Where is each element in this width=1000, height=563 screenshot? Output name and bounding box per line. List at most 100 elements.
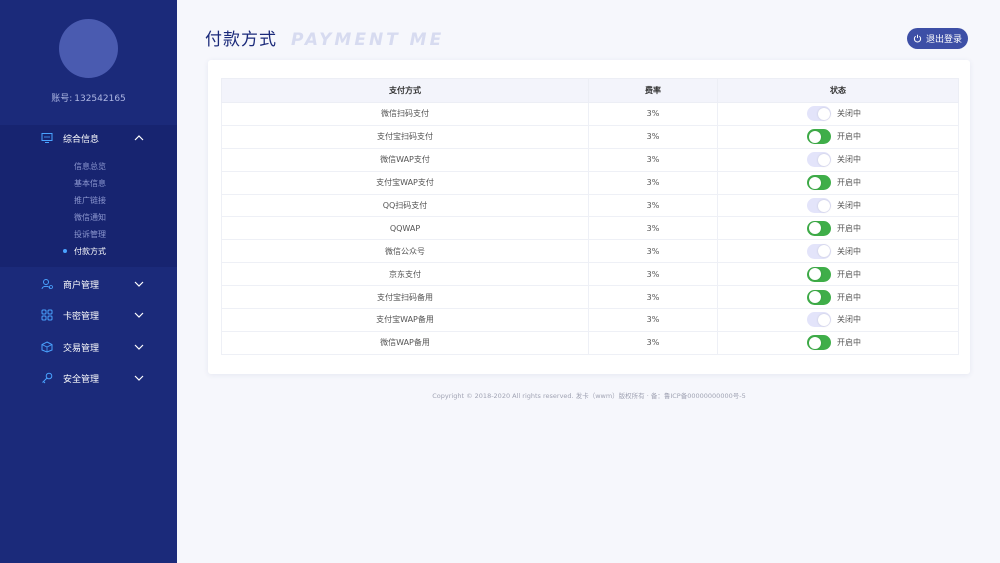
status-toggle[interactable] bbox=[807, 243, 831, 259]
table-row: 微信公众号 3% 关闭中 bbox=[221, 239, 959, 264]
rate-cell: 3% bbox=[588, 170, 718, 195]
rate-cell: 3% bbox=[588, 147, 718, 172]
status-wrapper: 开启中 bbox=[718, 332, 958, 354]
status-text: 关闭中 bbox=[837, 109, 861, 119]
status-cell: 开启中 bbox=[717, 285, 959, 310]
status-text: 关闭中 bbox=[837, 201, 861, 210]
menu-label: 卡密管理 bbox=[63, 311, 100, 322]
logout-button[interactable]: 退出登录 bbox=[907, 28, 968, 49]
submenu-item-payment-methods[interactable]: 付款方式 bbox=[74, 246, 106, 257]
payment-method-cell: 京东支付 bbox=[221, 262, 589, 287]
menu-label: 安全管理 bbox=[63, 374, 100, 385]
menu-item-security[interactable]: 安全管理 bbox=[0, 365, 177, 391]
logout-label: 退出登录 bbox=[925, 35, 962, 45]
status-toggle[interactable] bbox=[807, 198, 831, 213]
menu-label: 综合信息 bbox=[63, 134, 100, 145]
status-toggle[interactable] bbox=[807, 220, 831, 236]
menu-item-merchants[interactable]: 商户管理 bbox=[0, 271, 177, 297]
account-info: 账号: 132542165 bbox=[0, 91, 177, 104]
submenu-item-promo-link[interactable]: 推广链接 bbox=[74, 195, 106, 206]
page-subtitle: PAYMENT ME bbox=[291, 30, 445, 50]
table-row: 支付宝扫码备用 3% 开启中 bbox=[221, 285, 959, 310]
status-cell: 开启中 bbox=[717, 262, 959, 287]
rate-cell: 3% bbox=[588, 193, 718, 218]
table-row: 京东支付 3% 开启中 bbox=[221, 262, 959, 287]
status-wrapper: 开启中 bbox=[718, 172, 958, 194]
status-toggle[interactable] bbox=[807, 152, 831, 168]
table-row: 支付宝WAP备用 3% 关闭中 bbox=[221, 308, 959, 332]
payment-method-cell: 微信扫码支付 bbox=[221, 102, 589, 126]
status-cell: 关闭中 bbox=[717, 308, 959, 332]
grid-icon bbox=[41, 309, 53, 321]
status-toggle[interactable] bbox=[807, 175, 831, 191]
status-wrapper: 开启中 bbox=[718, 217, 958, 239]
menu-item-overview[interactable]: 综合信息 bbox=[0, 125, 177, 151]
status-wrapper: 开启中 bbox=[718, 126, 958, 148]
status-cell: 开启中 bbox=[717, 124, 959, 149]
box-icon bbox=[41, 341, 53, 353]
submenu-item-info-overview[interactable]: 信息总览 bbox=[74, 161, 106, 172]
toggle-knob bbox=[818, 153, 830, 166]
submenu-item-basic-info[interactable]: 基本信息 bbox=[74, 178, 106, 189]
menu-item-transactions[interactable]: 交易管理 bbox=[0, 334, 177, 360]
page-title: 付款方式 bbox=[205, 30, 277, 50]
chevron-down-icon bbox=[134, 312, 144, 318]
status-toggle[interactable] bbox=[807, 312, 831, 328]
status-cell: 关闭中 bbox=[717, 193, 959, 218]
monitor-icon bbox=[41, 133, 53, 143]
active-indicator-dot bbox=[63, 249, 67, 253]
account-value: 132542165 bbox=[74, 94, 126, 104]
status-text: 开启中 bbox=[837, 178, 861, 188]
submenu-item-wechat-notify[interactable]: 微信通知 bbox=[74, 212, 106, 223]
chevron-down-icon bbox=[134, 375, 144, 381]
status-cell: 开启中 bbox=[717, 170, 959, 195]
payment-method-cell: QQ扫码支付 bbox=[221, 193, 589, 218]
status-toggle[interactable] bbox=[807, 335, 831, 351]
power-icon bbox=[913, 34, 922, 43]
menu-label: 交易管理 bbox=[63, 343, 100, 354]
rate-cell: 3% bbox=[588, 239, 718, 264]
toggle-knob bbox=[808, 336, 821, 349]
account-label: 账号: bbox=[51, 94, 73, 104]
payment-method-cell: 微信公众号 bbox=[221, 239, 589, 264]
status-toggle[interactable] bbox=[807, 106, 831, 122]
status-toggle[interactable] bbox=[807, 129, 831, 145]
status-wrapper: 关闭中 bbox=[718, 309, 958, 331]
table-row: 支付宝WAP支付 3% 开启中 bbox=[221, 170, 959, 195]
payment-method-cell: 支付宝WAP备用 bbox=[221, 308, 589, 332]
avatar[interactable] bbox=[59, 19, 118, 78]
rate-cell: 3% bbox=[588, 308, 718, 332]
payment-method-cell: 支付宝扫码备用 bbox=[221, 285, 589, 310]
submenu-item-complaints[interactable]: 投诉管理 bbox=[74, 229, 106, 240]
sidebar: 账号: 132542165 综合信息 信息总览 基本信息 推广链接 微信通知 投诉… bbox=[0, 0, 177, 563]
table-row: 支付宝扫码支付 3% 开启中 bbox=[221, 124, 959, 149]
rate-cell: 3% bbox=[588, 285, 718, 310]
page-header: 付款方式 PAYMENT ME bbox=[205, 25, 444, 50]
menu-item-card-keys[interactable]: 卡密管理 bbox=[0, 302, 177, 328]
status-wrapper: 开启中 bbox=[718, 286, 958, 308]
toggle-knob bbox=[808, 268, 821, 281]
table-row: 微信WAP支付 3% 关闭中 bbox=[221, 147, 959, 172]
status-wrapper: 关闭中 bbox=[718, 240, 958, 262]
toggle-knob bbox=[808, 176, 821, 189]
status-toggle[interactable] bbox=[807, 266, 831, 282]
status-toggle[interactable] bbox=[807, 289, 831, 305]
status-cell: 关闭中 bbox=[717, 102, 959, 126]
menu-label: 商户管理 bbox=[63, 280, 100, 291]
chevron-down-icon bbox=[134, 281, 144, 287]
table-row: 微信扫码支付 3% 关闭中 bbox=[221, 102, 959, 126]
status-text: 开启中 bbox=[837, 338, 861, 348]
status-text: 关闭中 bbox=[837, 246, 861, 256]
payment-method-cell: QQWAP bbox=[221, 216, 589, 241]
table-body: 微信扫码支付 3% 关闭中 支付宝扫码支付 3% 开启中 微信WAP支付 3% 关闭中 支付宝WA… bbox=[221, 102, 959, 355]
key-icon bbox=[42, 372, 53, 384]
toggle-knob bbox=[808, 291, 821, 304]
status-cell: 开启中 bbox=[717, 216, 959, 241]
footer-copyright: Copyright © 2018-2020 All rights reserve… bbox=[432, 392, 746, 400]
status-text: 开启中 bbox=[837, 269, 861, 279]
status-cell: 关闭中 bbox=[717, 147, 959, 172]
status-wrapper: 开启中 bbox=[718, 263, 958, 285]
table-header-row: 支付方式 费率 状态 bbox=[221, 78, 959, 103]
rate-cell: 3% bbox=[588, 124, 718, 149]
status-cell: 开启中 bbox=[717, 330, 959, 355]
